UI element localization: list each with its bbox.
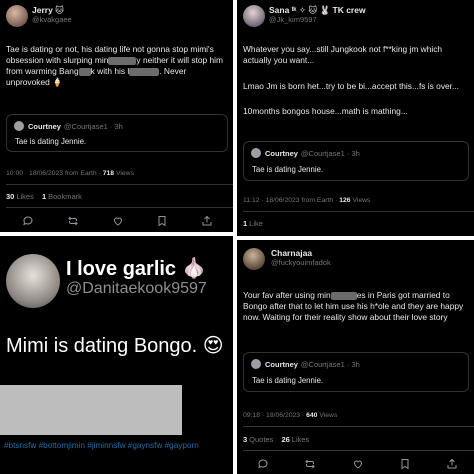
redacted-image xyxy=(0,385,182,435)
quote-avatar xyxy=(251,359,261,369)
avatar[interactable] xyxy=(6,254,60,308)
tweet-text: Tae is dating or not, his dating life no… xyxy=(6,44,223,87)
action-bar xyxy=(22,215,213,227)
hashtags[interactable]: #btsnsfw #bottomjimin #jiminnsfw #gaynsf… xyxy=(4,440,230,451)
tweet-text-2: Lmao Jm is born het...try to be bi...acc… xyxy=(243,81,459,91)
tweet-text: Your fav after using min es in Paris got … xyxy=(243,290,464,322)
tweet-header: Jerry 🐱 @kvakgaee xyxy=(6,5,72,27)
quote-author-handle: @Courtjase1 · 3h xyxy=(63,121,123,131)
author-handle[interactable]: @kvakgaee xyxy=(32,15,72,25)
author-handle[interactable]: @Danitaekook9597 xyxy=(66,280,207,298)
quote-author-name: Courtney xyxy=(265,359,298,369)
tweet-text: Mimi is dating Bongo. 😍 xyxy=(6,335,224,357)
author-handle[interactable]: @fuckyouimfadok xyxy=(271,258,331,268)
quoted-tweet[interactable]: Courtney @Courtjase1 · 3h Tae is dating … xyxy=(6,114,228,152)
redaction-blur xyxy=(108,56,137,65)
retweet-icon[interactable] xyxy=(67,215,79,227)
redaction-blur xyxy=(78,67,91,76)
retweet-icon[interactable] xyxy=(304,458,316,470)
divider xyxy=(6,184,233,185)
redaction-blur xyxy=(330,291,357,300)
quote-author-handle: @Courtjase1 · 3h xyxy=(300,359,360,369)
author-handle[interactable]: @Jk_kim9597 xyxy=(269,15,366,25)
tweet-stats[interactable]: 1 Like xyxy=(243,219,263,228)
author-name[interactable]: Jerry 🐱 xyxy=(32,5,72,15)
redaction-blur xyxy=(129,67,160,76)
quoted-tweet[interactable]: Courtney @Courtjase1 · 3h Tae is dating … xyxy=(243,141,469,181)
tweet-panel-sana: Sana ᵗᵏ ✧ 🐱 🐰 TK crew @Jk_kim9597 Whatev… xyxy=(237,0,474,236)
avatar[interactable] xyxy=(6,5,28,27)
tweet-text-3: 10months bongos house...math is mathing.… xyxy=(243,106,408,116)
quote-text: Tae is dating Jennie. xyxy=(252,165,324,174)
quote-author-name: Courtney xyxy=(265,148,298,158)
divider xyxy=(6,207,233,208)
tweet-meta: 11:12 · 18/06/2023 from Earth · 126 View… xyxy=(243,197,371,204)
quote-avatar xyxy=(251,148,261,158)
reply-icon[interactable] xyxy=(22,215,34,227)
author-name[interactable]: Sana ᵗᵏ ✧ 🐱 🐰 TK crew xyxy=(269,5,366,15)
avatar[interactable] xyxy=(243,248,265,270)
tweet-header: Sana ᵗᵏ ✧ 🐱 🐰 TK crew @Jk_kim9597 xyxy=(243,5,366,27)
tweet-stats[interactable]: 30 Likes 1 Bookmark xyxy=(6,192,82,201)
author-name[interactable]: I love garlic 🧄 xyxy=(66,256,207,281)
like-icon[interactable] xyxy=(112,215,124,227)
divider xyxy=(243,426,474,427)
tweet-panel-charnajaa: Charnajaa @fuckyouimfadok Your fav after… xyxy=(237,240,474,474)
avatar[interactable] xyxy=(243,5,265,27)
share-icon[interactable] xyxy=(201,215,213,227)
author-name[interactable]: Charnajaa xyxy=(271,248,331,258)
bookmark-icon[interactable] xyxy=(156,215,168,227)
bookmark-icon[interactable] xyxy=(399,458,411,470)
tweet-panel-jerry: Jerry 🐱 @kvakgaee Tae is dating or not, … xyxy=(0,0,233,232)
quote-author-name: Courtney xyxy=(28,121,61,131)
quoted-tweet[interactable]: Courtney @Courtjase1 · 3h Tae is dating … xyxy=(243,352,469,392)
tweet-meta: 09:18 · 18/06/2023 · 640 Views xyxy=(243,412,338,419)
tweet-text-1: Whatever you say...still Jungkook not f*… xyxy=(243,44,443,65)
quote-text: Tae is dating Jennie. xyxy=(15,137,87,146)
reply-icon[interactable] xyxy=(257,458,269,470)
tweet-header: Charnajaa @fuckyouimfadok xyxy=(243,248,331,270)
divider xyxy=(243,211,474,212)
quote-avatar xyxy=(14,121,24,131)
quote-text: Tae is dating Jennie. xyxy=(252,376,324,385)
divider xyxy=(243,450,474,451)
tweet-meta: 10:00 · 18/06/2023 from Earth · 718 View… xyxy=(6,170,134,177)
like-icon[interactable] xyxy=(352,458,364,470)
tweet-stats[interactable]: 3 Quotes 26 Likes xyxy=(243,435,309,444)
action-bar xyxy=(257,458,458,470)
share-icon[interactable] xyxy=(446,458,458,470)
quote-author-handle: @Courtjase1 · 3h xyxy=(300,148,360,158)
